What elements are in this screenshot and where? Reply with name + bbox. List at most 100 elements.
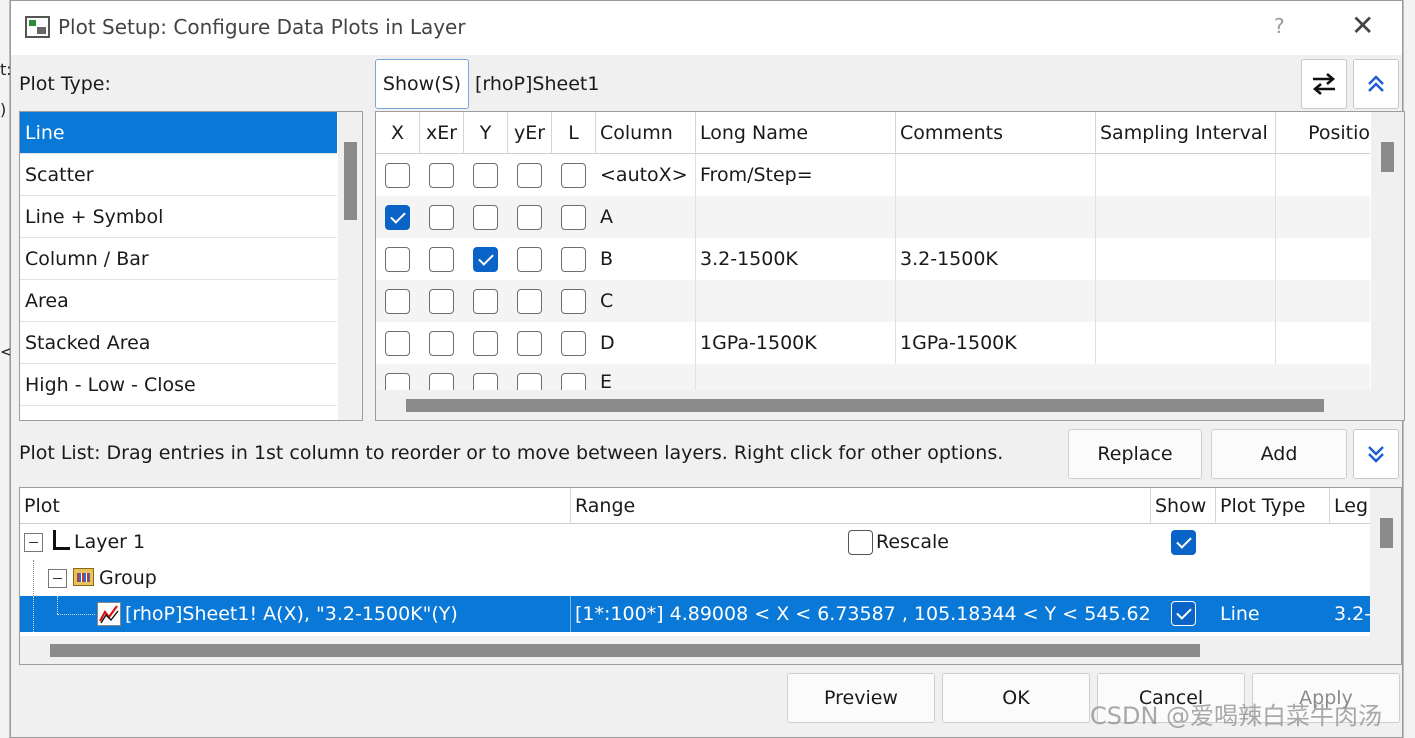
grid-row: A [376, 196, 1370, 238]
plot-entry-name: [rhoP]Sheet1! A(X), "3.2-1500K"(Y) [121, 596, 571, 632]
replace-button[interactable]: Replace [1068, 429, 1202, 479]
xer-checkbox[interactable] [429, 289, 454, 314]
scrollbar-thumb[interactable] [344, 142, 357, 220]
yer-checkbox[interactable] [517, 331, 542, 356]
x-checkbox[interactable] [385, 289, 410, 314]
y-checkbox[interactable] [473, 163, 498, 188]
scrollbar-thumb[interactable] [1380, 518, 1393, 548]
sampling-interval [1096, 322, 1276, 364]
plot-entry-show-checkbox[interactable] [1171, 601, 1196, 626]
add-button[interactable]: Add [1211, 429, 1347, 479]
grid-row: C [376, 280, 1370, 322]
yer-checkbox[interactable] [517, 247, 542, 272]
preview-button[interactable]: Preview [787, 673, 935, 723]
plot-type-item-line[interactable]: Line [20, 112, 337, 154]
double-chevron-down-icon[interactable] [1353, 429, 1399, 479]
layer-row[interactable]: Layer 1 Rescale [20, 524, 1370, 560]
x-checkbox[interactable] [385, 331, 410, 356]
collapse-toggle[interactable] [48, 569, 67, 588]
plot-list-vertical-scrollbar[interactable] [1370, 488, 1401, 664]
close-icon[interactable]: ✕ [1351, 9, 1374, 42]
plot-type-item-area[interactable]: Area [20, 280, 337, 322]
plot-list-grid: Plot Range Show Plot Type Leg Layer 1 Re… [19, 487, 1402, 665]
x-checkbox[interactable] [385, 205, 410, 230]
header-xer[interactable]: xEr [420, 112, 464, 154]
plot-entry-type: Line [1220, 603, 1260, 625]
group-folder-icon [73, 568, 94, 586]
xer-checkbox[interactable] [429, 373, 454, 390]
comments: 1GPa-1500K [896, 322, 1096, 364]
xer-checkbox[interactable] [429, 247, 454, 272]
plot-type-list[interactable]: Line Scatter Line + Symbol Column / Bar … [19, 111, 363, 421]
y-checkbox[interactable] [473, 331, 498, 356]
x-checkbox[interactable] [385, 247, 410, 272]
header-legend[interactable]: Leg [1330, 488, 1370, 524]
columns-grid-header: X xEr Y yEr L Column Long Name Comments … [376, 112, 1370, 154]
collapse-toggle[interactable] [24, 533, 43, 552]
y-checkbox[interactable] [473, 247, 498, 272]
column-name: A [596, 196, 696, 238]
l-checkbox[interactable] [561, 289, 586, 314]
header-sampling-interval[interactable]: Sampling Interval [1096, 112, 1276, 154]
column-name: <autoX> [596, 154, 696, 196]
columns-grid-vertical-scrollbar[interactable] [1371, 112, 1404, 420]
header-long-name[interactable]: Long Name [696, 112, 896, 154]
sampling-interval [1096, 196, 1276, 238]
l-checkbox[interactable] [561, 247, 586, 272]
plot-type-item-high-low-close[interactable]: High - Low - Close [20, 364, 337, 406]
comments: 3.2-1500K [896, 238, 1096, 280]
header-comments[interactable]: Comments [896, 112, 1096, 154]
plot-type-scrollbar[interactable] [338, 112, 362, 420]
header-show[interactable]: Show [1151, 488, 1216, 524]
header-position[interactable]: Positio [1276, 112, 1370, 154]
scrollbar-thumb[interactable] [50, 644, 1200, 657]
scrollbar-thumb[interactable] [1381, 142, 1394, 172]
plot-type-item-scatter[interactable]: Scatter [20, 154, 337, 196]
rescale-checkbox[interactable] [848, 530, 873, 555]
y-checkbox[interactable] [473, 289, 498, 314]
plot-type-item-line-symbol[interactable]: Line + Symbol [20, 196, 337, 238]
header-x[interactable]: X [376, 112, 420, 154]
plot-type-item-column-bar[interactable]: Column / Bar [20, 238, 337, 280]
grid-row: D 1GPa-1500K 1GPa-1500K [376, 322, 1370, 364]
plot-entry-row[interactable]: [rhoP]Sheet1! A(X), "3.2-1500K"(Y) [1*:1… [20, 596, 1370, 632]
x-checkbox[interactable] [385, 163, 410, 188]
x-checkbox[interactable] [385, 373, 410, 390]
header-plot[interactable]: Plot [20, 488, 571, 524]
help-icon[interactable]: ? [1274, 14, 1285, 38]
scrollbar-thumb[interactable] [406, 399, 1324, 412]
l-checkbox[interactable] [561, 331, 586, 356]
header-l[interactable]: L [552, 112, 596, 154]
rescale-label: Rescale [876, 531, 949, 553]
swap-arrows-icon[interactable] [1301, 59, 1347, 109]
comments [896, 280, 1096, 322]
header-plot-type[interactable]: Plot Type [1216, 488, 1330, 524]
l-checkbox[interactable] [561, 373, 586, 390]
header-column[interactable]: Column [596, 112, 696, 154]
l-checkbox[interactable] [561, 205, 586, 230]
xer-checkbox[interactable] [429, 331, 454, 356]
layer-show-checkbox[interactable] [1171, 530, 1196, 555]
header-range[interactable]: Range [571, 488, 1151, 524]
yer-checkbox[interactable] [517, 289, 542, 314]
header-y[interactable]: Y [464, 112, 508, 154]
long-name [696, 196, 896, 238]
group-row[interactable]: Group [20, 560, 1370, 596]
yer-checkbox[interactable] [517, 163, 542, 188]
double-chevron-up-icon[interactable] [1353, 59, 1399, 109]
xer-checkbox[interactable] [429, 163, 454, 188]
plot-type-item-stacked-area[interactable]: Stacked Area [20, 322, 337, 364]
columns-grid-horizontal-scrollbar[interactable] [376, 390, 1371, 420]
header-yer[interactable]: yEr [508, 112, 552, 154]
y-checkbox[interactable] [473, 205, 498, 230]
show-button[interactable]: Show(S) [375, 59, 469, 109]
plot-list-header: Plot Range Show Plot Type Leg [20, 488, 1370, 524]
yer-checkbox[interactable] [517, 373, 542, 390]
y-checkbox[interactable] [473, 373, 498, 390]
l-checkbox[interactable] [561, 163, 586, 188]
yer-checkbox[interactable] [517, 205, 542, 230]
title-bar: Plot Setup: Configure Data Plots in Laye… [11, 1, 1402, 55]
plot-list-horizontal-scrollbar[interactable] [20, 636, 1370, 664]
ok-button[interactable]: OK [942, 673, 1090, 723]
xer-checkbox[interactable] [429, 205, 454, 230]
